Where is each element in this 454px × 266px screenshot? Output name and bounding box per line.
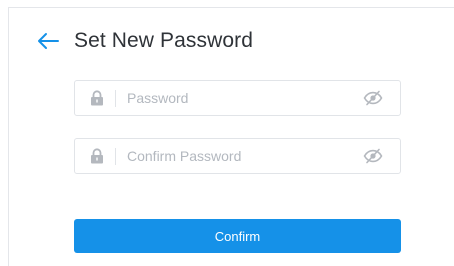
password-input[interactable]: [127, 81, 357, 115]
page-header: Set New Password: [36, 26, 253, 56]
lock-icon: [90, 148, 104, 164]
lock-icon: [90, 90, 104, 106]
page-title: Set New Password: [74, 29, 254, 52]
confirm-password-field[interactable]: [74, 138, 401, 174]
field-divider: [115, 148, 116, 165]
panel-top-border: [8, 7, 454, 8]
field-divider: [115, 90, 116, 107]
arrow-left-icon[interactable]: [36, 32, 60, 50]
confirm-button[interactable]: Confirm: [74, 219, 401, 253]
panel-left-border: [8, 7, 9, 266]
password-field[interactable]: [74, 80, 401, 116]
confirm-password-input[interactable]: [127, 139, 357, 173]
set-new-password-page: Set New Password Confirm: [0, 0, 454, 266]
eye-slash-icon[interactable]: [363, 148, 383, 164]
eye-slash-icon[interactable]: [363, 90, 383, 106]
